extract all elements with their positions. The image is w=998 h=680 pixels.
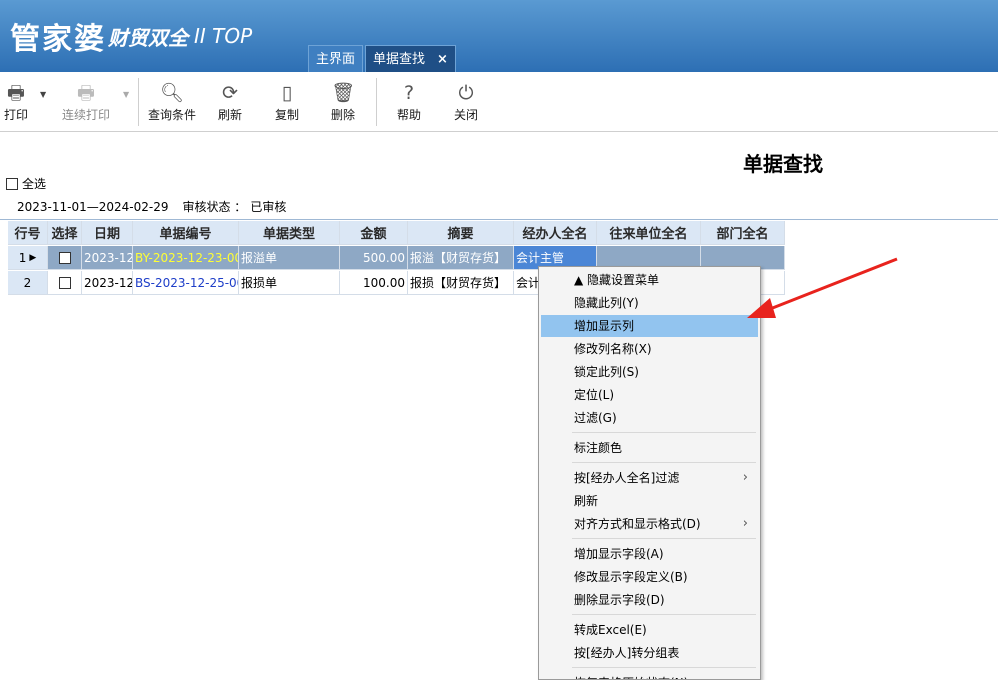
annotation-arrow (747, 257, 898, 318)
annotation-arrow-shaft (769, 257, 898, 311)
annotation-arrow-head (747, 298, 776, 318)
